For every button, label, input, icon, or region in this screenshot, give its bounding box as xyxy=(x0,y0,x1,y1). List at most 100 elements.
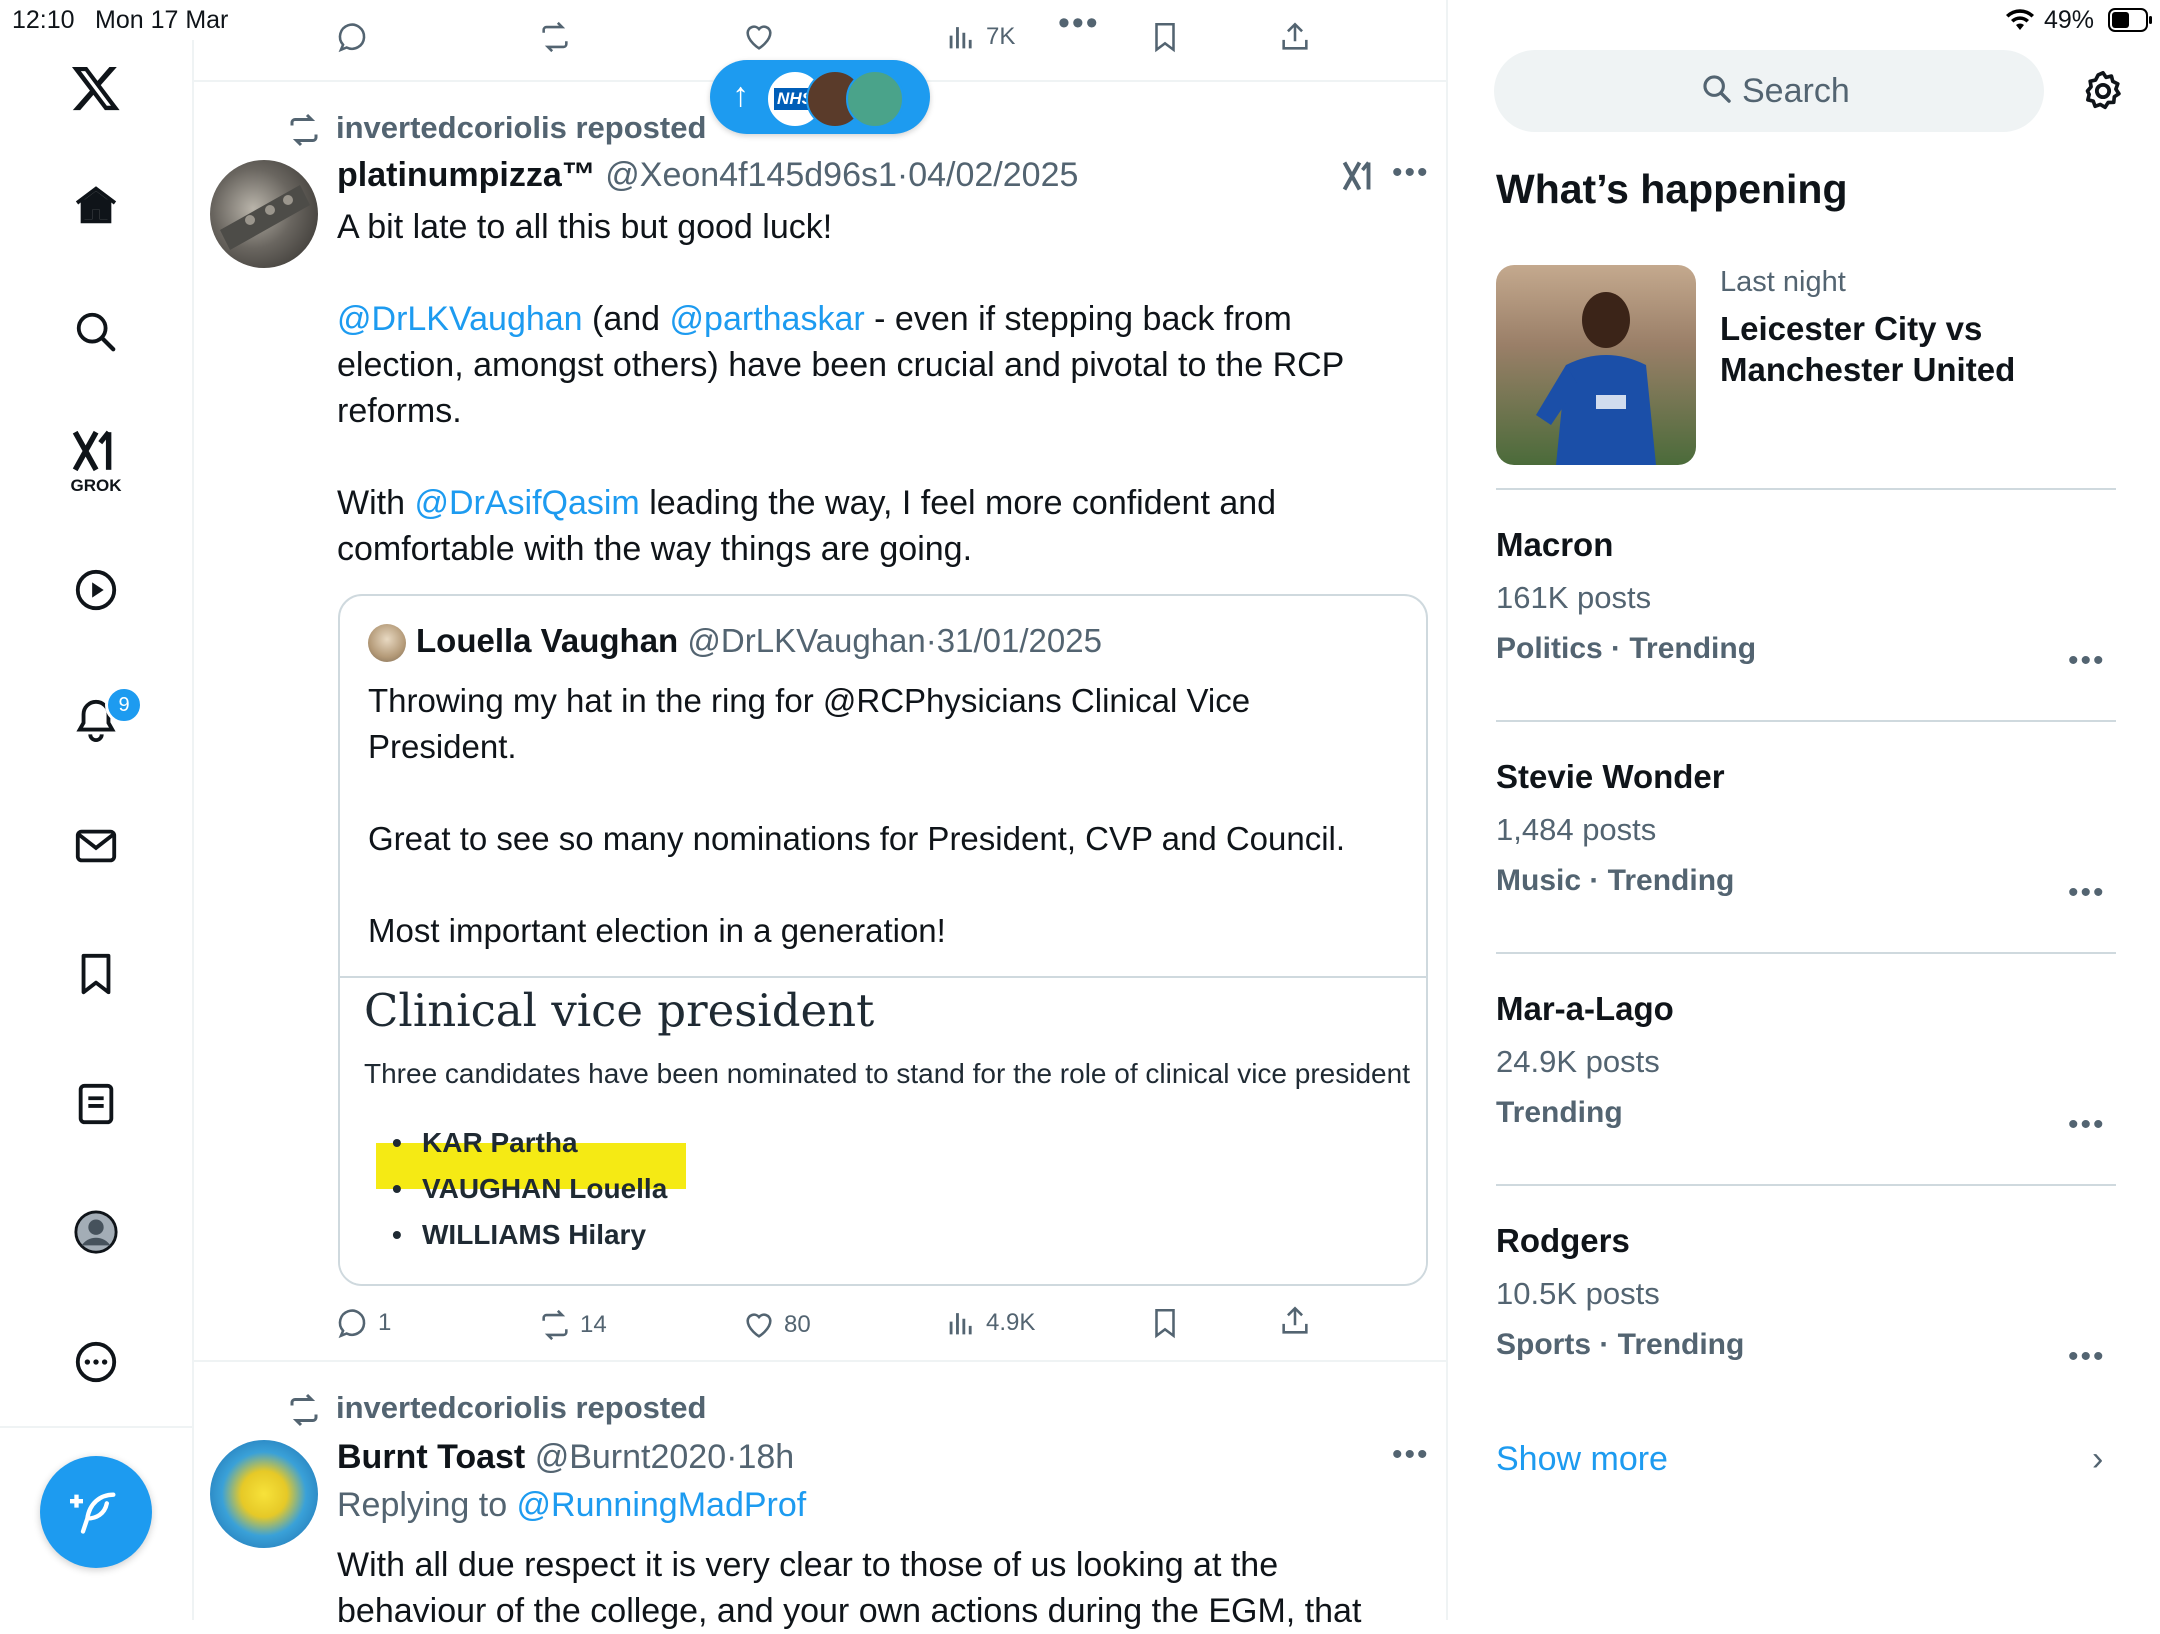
heart-icon xyxy=(746,1313,772,1338)
author-avatar-2[interactable] xyxy=(210,1440,318,1548)
trend-more-button[interactable]: ••• xyxy=(2068,876,2106,910)
quote-tweet-card[interactable]: Louella Vaughan @DrLKVaughan·31/01/2025 … xyxy=(338,594,1428,1286)
reply-button[interactable]: 1 xyxy=(336,1306,391,1340)
author-handle-2[interactable]: @Burnt2020 xyxy=(535,1438,726,1476)
header-separator-2: · xyxy=(726,1438,738,1476)
quote-line3: Great to see so many nominations for Pre… xyxy=(368,820,1346,857)
tweet-divider xyxy=(194,1360,1446,1362)
quote-image[interactable]: Clinical vice president Three candidates… xyxy=(340,978,1426,1284)
author-name[interactable]: platinumpizza™ xyxy=(337,156,596,194)
trend-category: Sports · Trending xyxy=(1496,1328,1745,1361)
trend-more-button[interactable]: ••• xyxy=(2068,644,2106,678)
search-placeholder: Search xyxy=(1742,72,1850,110)
grok-label: GROK xyxy=(70,476,122,495)
quote-body: Throwing my hat in the ring for @RCPhysi… xyxy=(368,678,1408,954)
tweet1-line3: reforms. xyxy=(337,392,462,430)
whats-happening-heading: What’s happening xyxy=(1496,166,1848,212)
author-name-2[interactable]: Burnt Toast xyxy=(337,1438,525,1476)
bookmark-button[interactable] xyxy=(1148,1306,1182,1340)
quote-line4: Most important election in a generation! xyxy=(368,912,946,949)
trend-divider xyxy=(1496,488,2116,490)
candidate-item: • KAR Partha xyxy=(392,1127,578,1158)
featured-trend-image[interactable] xyxy=(1496,265,1696,465)
search-bar[interactable]: Search xyxy=(1494,50,2044,132)
quote-author-handle: @DrLKVaughan xyxy=(687,622,926,659)
quote-author-avatar xyxy=(368,624,406,662)
trend-title: Rodgers xyxy=(1496,1222,1630,1259)
candidate-1: KAR Partha xyxy=(422,1127,578,1158)
bookmark-button-top[interactable] xyxy=(1148,20,1182,54)
repost-button[interactable]: 14 xyxy=(538,1308,607,1342)
quote-line2: President. xyxy=(368,728,517,765)
tweet2-line2: behaviour of the college, and your own a… xyxy=(337,1592,1362,1630)
messages-icon[interactable] xyxy=(70,820,122,872)
trend-item[interactable]: Rodgers 10.5K posts Sports · Trending ••… xyxy=(1496,1222,2116,1402)
tweet2-line1: With all due respect it is very clear to… xyxy=(337,1546,1279,1584)
repost-count: 14 xyxy=(580,1311,607,1338)
tweet1-header: platinumpizza™ @Xeon4f145d96s1·04/02/202… xyxy=(337,156,1078,195)
author-handle[interactable]: @Xeon4f145d96s1 xyxy=(605,156,897,194)
bookmarks-icon[interactable] xyxy=(70,948,122,1000)
candidate-list: • KAR Partha • VAUGHAN Louella • WILLIAMS H… xyxy=(392,1120,667,1258)
settings-gear-icon[interactable] xyxy=(2080,68,2126,114)
trend-more-button[interactable]: ••• xyxy=(2068,1108,2106,1142)
home-icon[interactable] xyxy=(70,180,122,232)
replying-to-mention[interactable]: @RunningMadProf xyxy=(517,1486,807,1524)
views-button[interactable]: 4.9K xyxy=(944,1306,1035,1340)
show-more-link[interactable]: Show more › xyxy=(1496,1440,2116,1490)
share-button[interactable] xyxy=(1278,1304,1312,1338)
repost-button-top[interactable] xyxy=(538,20,572,54)
mention-drlkvaughan[interactable]: @DrLKVaughan xyxy=(337,300,583,338)
grok-tweet-icon[interactable] xyxy=(1340,158,1376,194)
quote-separator: · xyxy=(925,622,937,659)
repost-label-2[interactable]: invertedcoriolis reposted xyxy=(336,1390,706,1426)
mention-parthaskar[interactable]: @parthaskar xyxy=(670,300,865,338)
search-nav-icon[interactable] xyxy=(70,306,122,358)
grok-nav[interactable]: GROK xyxy=(68,428,124,496)
tweet1-line1: @DrLKVaughan (and @parthaskar - even if … xyxy=(337,296,1417,342)
compose-post-button[interactable] xyxy=(40,1456,152,1568)
views-button-top[interactable]: 7K xyxy=(944,20,1015,54)
repost-label[interactable]: invertedcoriolis reposted xyxy=(336,110,706,146)
grok-icon xyxy=(72,430,112,472)
tweet1-para1: A bit late to all this but good luck! xyxy=(337,208,833,246)
like-button-top[interactable] xyxy=(742,20,776,54)
trend-count: 1,484 posts xyxy=(1496,812,1657,847)
featured-title-line2: Manchester United xyxy=(1720,351,2016,388)
reply-button-top[interactable] xyxy=(336,20,370,54)
text-with: With xyxy=(337,484,415,522)
like-button[interactable]: 80 xyxy=(742,1308,811,1342)
mention-drasifqasim[interactable]: @DrAsifQasim xyxy=(414,484,639,522)
search-icon xyxy=(1700,72,1734,106)
status-time: 12:10 xyxy=(12,6,75,34)
trend-more-button[interactable]: ••• xyxy=(2068,1340,2106,1374)
tweet1-more-button[interactable]: ••• xyxy=(1392,156,1430,190)
quote-date: 31/01/2025 xyxy=(936,622,1102,659)
tweet1-line4: With @DrAsifQasim leading the way, I fee… xyxy=(337,480,1417,526)
x-logo-icon[interactable] xyxy=(70,62,122,114)
text-leading: leading the way, I feel more confident a… xyxy=(639,484,1277,522)
wifi-icon xyxy=(2005,6,2035,32)
trend-item[interactable]: Macron 161K posts Politics · Trending ••… xyxy=(1496,526,2116,706)
author-avatar[interactable] xyxy=(210,160,318,268)
featured-title[interactable]: Leicester City vs Manchester United xyxy=(1720,308,2015,390)
text-and: (and xyxy=(582,300,670,338)
tweet1-body: A bit late to all this but good luck! @D… xyxy=(337,204,1417,572)
tweet1-line2: election, amongst others) have been cruc… xyxy=(337,346,1345,384)
trend-title: Mar-a-Lago xyxy=(1496,990,1674,1027)
trend-divider xyxy=(1496,1184,2116,1186)
more-dots-top[interactable]: ••• xyxy=(1058,4,1100,43)
post-time-2[interactable]: 18h xyxy=(737,1438,794,1476)
tweet2-more-button[interactable]: ••• xyxy=(1392,1438,1430,1472)
video-icon[interactable] xyxy=(70,564,122,616)
profile-avatar-icon[interactable] xyxy=(70,1206,122,1258)
trend-item[interactable]: Mar-a-Lago 24.9K posts Trending ••• xyxy=(1496,990,2116,1170)
lists-icon[interactable] xyxy=(70,1078,122,1130)
share-button-top[interactable] xyxy=(1278,20,1312,54)
more-options-icon[interactable] xyxy=(70,1336,122,1388)
post-date[interactable]: 04/02/2025 xyxy=(908,156,1078,194)
repost-icon xyxy=(542,21,568,53)
new-posts-pill[interactable]: ↑ NHS xyxy=(710,60,930,134)
compose-feather-icon xyxy=(70,1492,116,1534)
trend-item[interactable]: Stevie Wonder 1,484 posts Music · Trendi… xyxy=(1496,758,2116,938)
